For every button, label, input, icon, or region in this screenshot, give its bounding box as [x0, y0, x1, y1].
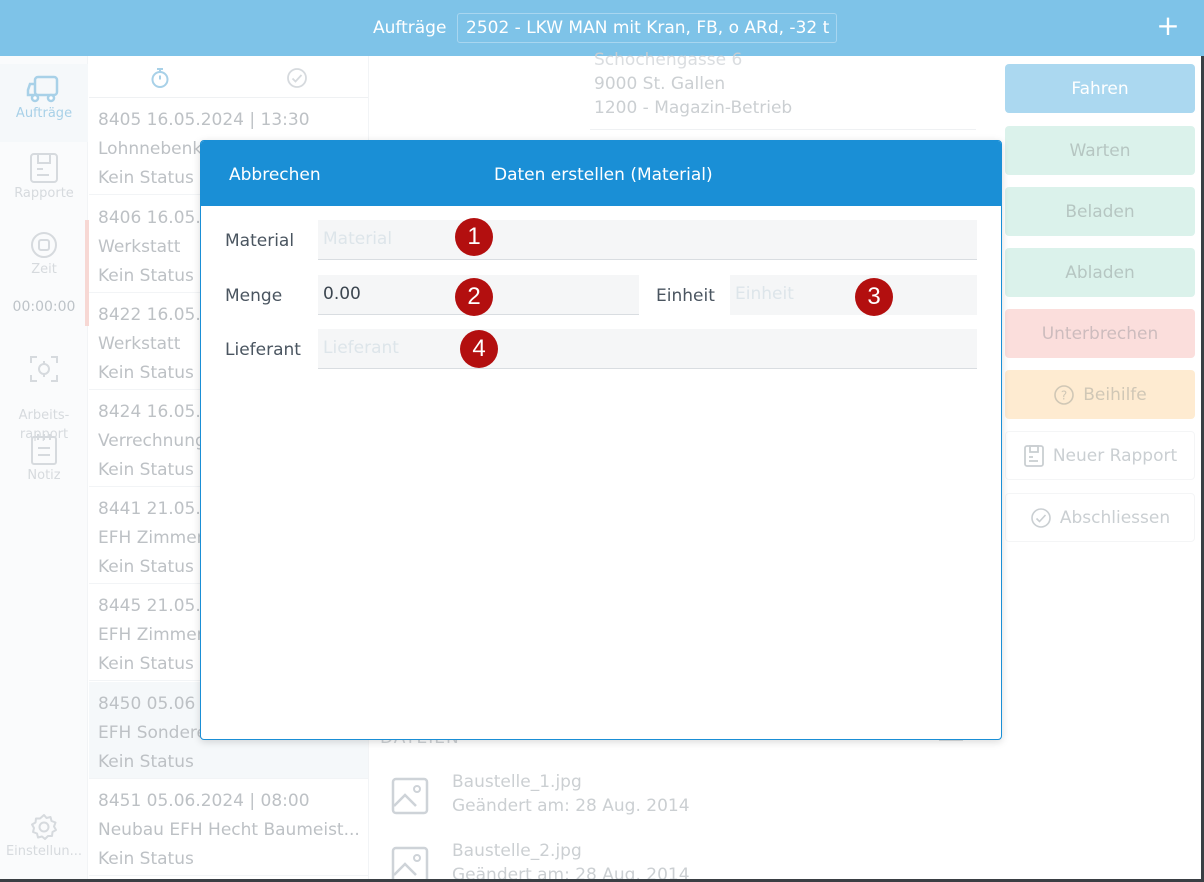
einheit-label: Einheit — [656, 286, 715, 306]
einheit-placeholder: Einheit — [735, 284, 794, 304]
material-placeholder: Material — [323, 229, 393, 249]
create-material-dialog: Abbrechen Daten erstellen (Material) Mat… — [200, 140, 1002, 740]
lieferant-label: Lieferant — [225, 340, 301, 360]
cancel-button[interactable]: Abbrechen — [229, 165, 321, 185]
dialog-header: Abbrechen Daten erstellen (Material) — [201, 141, 1001, 206]
material-label: Material — [225, 231, 295, 251]
dialog-title: Daten erstellen (Material) — [494, 165, 713, 185]
order-selector[interactable]: 2502 - LKW MAN mit Kran, FB, o ARd, -32 … — [457, 13, 837, 43]
lieferant-placeholder: Lieferant — [323, 338, 399, 358]
callout-badge: 1 — [455, 218, 493, 256]
callout-badge: 3 — [855, 278, 893, 316]
menge-value: 0.00 — [323, 284, 361, 304]
einheit-input[interactable]: Einheit — [730, 275, 977, 315]
plus-icon[interactable]: + — [1156, 12, 1180, 40]
page-title: Aufträge — [373, 18, 447, 38]
callout-badge: 2 — [455, 278, 493, 316]
callout-badge: 4 — [460, 330, 498, 368]
material-input[interactable]: Material — [318, 220, 977, 260]
menge-label: Menge — [225, 286, 283, 306]
lieferant-input[interactable]: Lieferant — [318, 329, 977, 369]
